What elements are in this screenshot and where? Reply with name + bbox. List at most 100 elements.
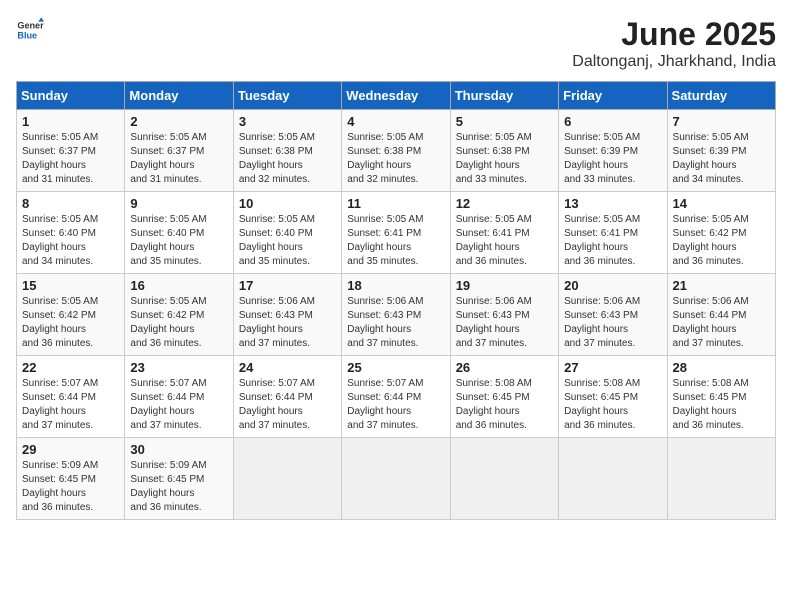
day-number: 11 xyxy=(347,196,444,211)
table-row: 27 Sunrise: 5:08 AMSunset: 6:45 PMDaylig… xyxy=(559,356,667,438)
calendar-week-row: 1 Sunrise: 5:05 AMSunset: 6:37 PMDayligh… xyxy=(17,110,776,192)
table-row: 11 Sunrise: 5:05 AMSunset: 6:41 PMDaylig… xyxy=(342,192,450,274)
day-info: Sunrise: 5:05 AMSunset: 6:42 PMDaylight … xyxy=(130,296,206,349)
table-row xyxy=(342,438,450,520)
table-row: 2 Sunrise: 5:05 AMSunset: 6:37 PMDayligh… xyxy=(125,110,233,192)
table-row xyxy=(233,438,341,520)
day-number: 21 xyxy=(673,278,770,293)
day-number: 1 xyxy=(22,114,119,129)
table-row: 10 Sunrise: 5:05 AMSunset: 6:40 PMDaylig… xyxy=(233,192,341,274)
day-number: 6 xyxy=(564,114,661,129)
day-info: Sunrise: 5:05 AMSunset: 6:40 PMDaylight … xyxy=(239,214,315,267)
day-number: 16 xyxy=(130,278,227,293)
table-row: 13 Sunrise: 5:05 AMSunset: 6:41 PMDaylig… xyxy=(559,192,667,274)
day-info: Sunrise: 5:07 AMSunset: 6:44 PMDaylight … xyxy=(347,378,423,431)
table-row: 15 Sunrise: 5:05 AMSunset: 6:42 PMDaylig… xyxy=(17,274,125,356)
day-number: 29 xyxy=(22,442,119,457)
table-row: 30 Sunrise: 5:09 AMSunset: 6:45 PMDaylig… xyxy=(125,438,233,520)
day-info: Sunrise: 5:05 AMSunset: 6:38 PMDaylight … xyxy=(239,132,315,185)
table-row: 16 Sunrise: 5:05 AMSunset: 6:42 PMDaylig… xyxy=(125,274,233,356)
day-number: 26 xyxy=(456,360,553,375)
calendar-week-row: 15 Sunrise: 5:05 AMSunset: 6:42 PMDaylig… xyxy=(17,274,776,356)
calendar-week-row: 29 Sunrise: 5:09 AMSunset: 6:45 PMDaylig… xyxy=(17,438,776,520)
table-row: 20 Sunrise: 5:06 AMSunset: 6:43 PMDaylig… xyxy=(559,274,667,356)
day-info: Sunrise: 5:05 AMSunset: 6:42 PMDaylight … xyxy=(22,296,98,349)
day-info: Sunrise: 5:05 AMSunset: 6:41 PMDaylight … xyxy=(347,214,423,267)
day-info: Sunrise: 5:05 AMSunset: 6:39 PMDaylight … xyxy=(564,132,640,185)
calendar-header-row: Sunday Monday Tuesday Wednesday Thursday… xyxy=(17,82,776,110)
table-row: 28 Sunrise: 5:08 AMSunset: 6:45 PMDaylig… xyxy=(667,356,775,438)
calendar-week-row: 22 Sunrise: 5:07 AMSunset: 6:44 PMDaylig… xyxy=(17,356,776,438)
day-number: 14 xyxy=(673,196,770,211)
day-number: 9 xyxy=(130,196,227,211)
table-row: 9 Sunrise: 5:05 AMSunset: 6:40 PMDayligh… xyxy=(125,192,233,274)
col-monday: Monday xyxy=(125,82,233,110)
day-number: 13 xyxy=(564,196,661,211)
day-info: Sunrise: 5:06 AMSunset: 6:43 PMDaylight … xyxy=(564,296,640,349)
day-info: Sunrise: 5:09 AMSunset: 6:45 PMDaylight … xyxy=(130,460,206,513)
day-info: Sunrise: 5:07 AMSunset: 6:44 PMDaylight … xyxy=(22,378,98,431)
day-number: 27 xyxy=(564,360,661,375)
day-info: Sunrise: 5:05 AMSunset: 6:37 PMDaylight … xyxy=(130,132,206,185)
table-row: 14 Sunrise: 5:05 AMSunset: 6:42 PMDaylig… xyxy=(667,192,775,274)
table-row: 12 Sunrise: 5:05 AMSunset: 6:41 PMDaylig… xyxy=(450,192,558,274)
day-number: 19 xyxy=(456,278,553,293)
day-info: Sunrise: 5:05 AMSunset: 6:38 PMDaylight … xyxy=(456,132,532,185)
table-row: 6 Sunrise: 5:05 AMSunset: 6:39 PMDayligh… xyxy=(559,110,667,192)
day-info: Sunrise: 5:05 AMSunset: 6:42 PMDaylight … xyxy=(673,214,749,267)
day-info: Sunrise: 5:06 AMSunset: 6:43 PMDaylight … xyxy=(347,296,423,349)
table-row xyxy=(450,438,558,520)
day-info: Sunrise: 5:08 AMSunset: 6:45 PMDaylight … xyxy=(564,378,640,431)
table-row: 8 Sunrise: 5:05 AMSunset: 6:40 PMDayligh… xyxy=(17,192,125,274)
table-row: 25 Sunrise: 5:07 AMSunset: 6:44 PMDaylig… xyxy=(342,356,450,438)
col-friday: Friday xyxy=(559,82,667,110)
day-number: 10 xyxy=(239,196,336,211)
col-saturday: Saturday xyxy=(667,82,775,110)
day-info: Sunrise: 5:08 AMSunset: 6:45 PMDaylight … xyxy=(673,378,749,431)
day-number: 18 xyxy=(347,278,444,293)
day-number: 12 xyxy=(456,196,553,211)
table-row: 1 Sunrise: 5:05 AMSunset: 6:37 PMDayligh… xyxy=(17,110,125,192)
day-number: 22 xyxy=(22,360,119,375)
svg-text:General: General xyxy=(17,21,44,31)
table-row: 17 Sunrise: 5:06 AMSunset: 6:43 PMDaylig… xyxy=(233,274,341,356)
table-row: 5 Sunrise: 5:05 AMSunset: 6:38 PMDayligh… xyxy=(450,110,558,192)
col-tuesday: Tuesday xyxy=(233,82,341,110)
svg-text:Blue: Blue xyxy=(17,30,37,40)
day-number: 20 xyxy=(564,278,661,293)
table-row: 29 Sunrise: 5:09 AMSunset: 6:45 PMDaylig… xyxy=(17,438,125,520)
day-number: 24 xyxy=(239,360,336,375)
day-number: 2 xyxy=(130,114,227,129)
day-info: Sunrise: 5:05 AMSunset: 6:41 PMDaylight … xyxy=(564,214,640,267)
day-info: Sunrise: 5:05 AMSunset: 6:38 PMDaylight … xyxy=(347,132,423,185)
day-info: Sunrise: 5:05 AMSunset: 6:41 PMDaylight … xyxy=(456,214,532,267)
table-row: 22 Sunrise: 5:07 AMSunset: 6:44 PMDaylig… xyxy=(17,356,125,438)
table-row: 3 Sunrise: 5:05 AMSunset: 6:38 PMDayligh… xyxy=(233,110,341,192)
table-row: 7 Sunrise: 5:05 AMSunset: 6:39 PMDayligh… xyxy=(667,110,775,192)
day-number: 3 xyxy=(239,114,336,129)
day-number: 15 xyxy=(22,278,119,293)
header: General Blue June 2025 Daltonganj, Jhark… xyxy=(16,16,776,71)
location-title: Daltonganj, Jharkhand, India xyxy=(572,53,776,71)
day-number: 5 xyxy=(456,114,553,129)
table-row: 19 Sunrise: 5:06 AMSunset: 6:43 PMDaylig… xyxy=(450,274,558,356)
table-row xyxy=(667,438,775,520)
day-info: Sunrise: 5:05 AMSunset: 6:40 PMDaylight … xyxy=(130,214,206,267)
day-number: 28 xyxy=(673,360,770,375)
title-area: June 2025 Daltonganj, Jharkhand, India xyxy=(572,16,776,71)
table-row xyxy=(559,438,667,520)
table-row: 18 Sunrise: 5:06 AMSunset: 6:43 PMDaylig… xyxy=(342,274,450,356)
col-sunday: Sunday xyxy=(17,82,125,110)
day-info: Sunrise: 5:05 AMSunset: 6:39 PMDaylight … xyxy=(673,132,749,185)
calendar-week-row: 8 Sunrise: 5:05 AMSunset: 6:40 PMDayligh… xyxy=(17,192,776,274)
day-number: 25 xyxy=(347,360,444,375)
day-number: 17 xyxy=(239,278,336,293)
table-row: 23 Sunrise: 5:07 AMSunset: 6:44 PMDaylig… xyxy=(125,356,233,438)
table-row: 4 Sunrise: 5:05 AMSunset: 6:38 PMDayligh… xyxy=(342,110,450,192)
day-info: Sunrise: 5:08 AMSunset: 6:45 PMDaylight … xyxy=(456,378,532,431)
day-info: Sunrise: 5:09 AMSunset: 6:45 PMDaylight … xyxy=(22,460,98,513)
month-title: June 2025 xyxy=(572,16,776,53)
day-number: 4 xyxy=(347,114,444,129)
day-number: 23 xyxy=(130,360,227,375)
day-info: Sunrise: 5:05 AMSunset: 6:40 PMDaylight … xyxy=(22,214,98,267)
